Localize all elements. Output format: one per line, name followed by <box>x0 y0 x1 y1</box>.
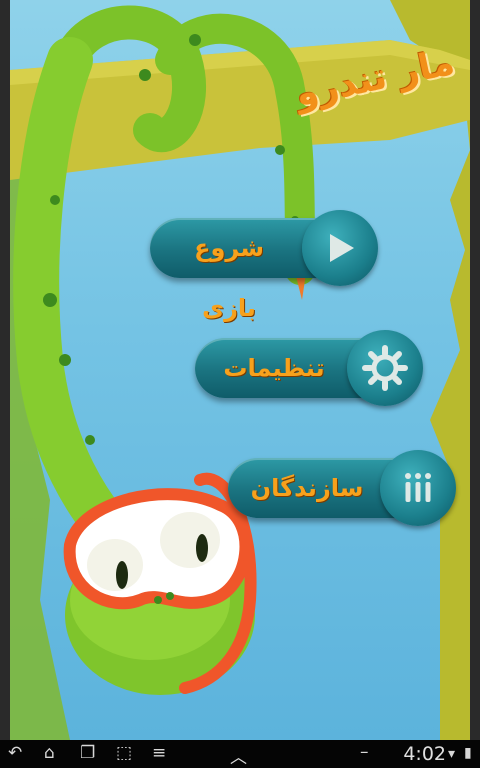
credits-button[interactable]: سازندگان <box>228 450 456 526</box>
gear-icon <box>347 330 423 406</box>
system-navigation-bar: ↶ ⌂ ❐ ⬚ ≡ ︿ – 4:02 ▾ ▮ <box>0 740 480 768</box>
settings-label: تنظیمات <box>223 354 325 382</box>
wifi-icon: ▾ <box>448 746 456 762</box>
screenshot-icon[interactable]: ⬚ <box>116 743 132 763</box>
start-game-button[interactable]: شروع بازی <box>150 210 378 322</box>
game-scene: مار تندرو شروع بازی تنظیمات سازندگان <box>10 0 470 740</box>
start-game-label: شروع بازی <box>194 234 264 322</box>
back-icon[interactable]: ↶ <box>8 743 22 763</box>
eye-left <box>116 561 128 589</box>
game-screen: مار تندرو شروع بازی تنظیمات سازندگان <box>0 0 480 740</box>
bars-icon <box>380 450 456 526</box>
eye-right <box>196 534 208 562</box>
battery-icon: ▮ <box>464 745 472 761</box>
settings-button[interactable]: تنظیمات <box>195 330 423 406</box>
up-chevron-icon[interactable]: ︿ <box>230 743 247 768</box>
clock-time: 4:02 <box>403 743 446 765</box>
minus-icon: – <box>360 742 369 762</box>
credits-label: سازندگان <box>250 474 364 502</box>
recent-apps-icon[interactable]: ❐ <box>80 743 95 763</box>
menu-icon[interactable]: ≡ <box>152 743 166 763</box>
home-icon[interactable]: ⌂ <box>44 743 55 763</box>
play-icon <box>302 210 378 286</box>
